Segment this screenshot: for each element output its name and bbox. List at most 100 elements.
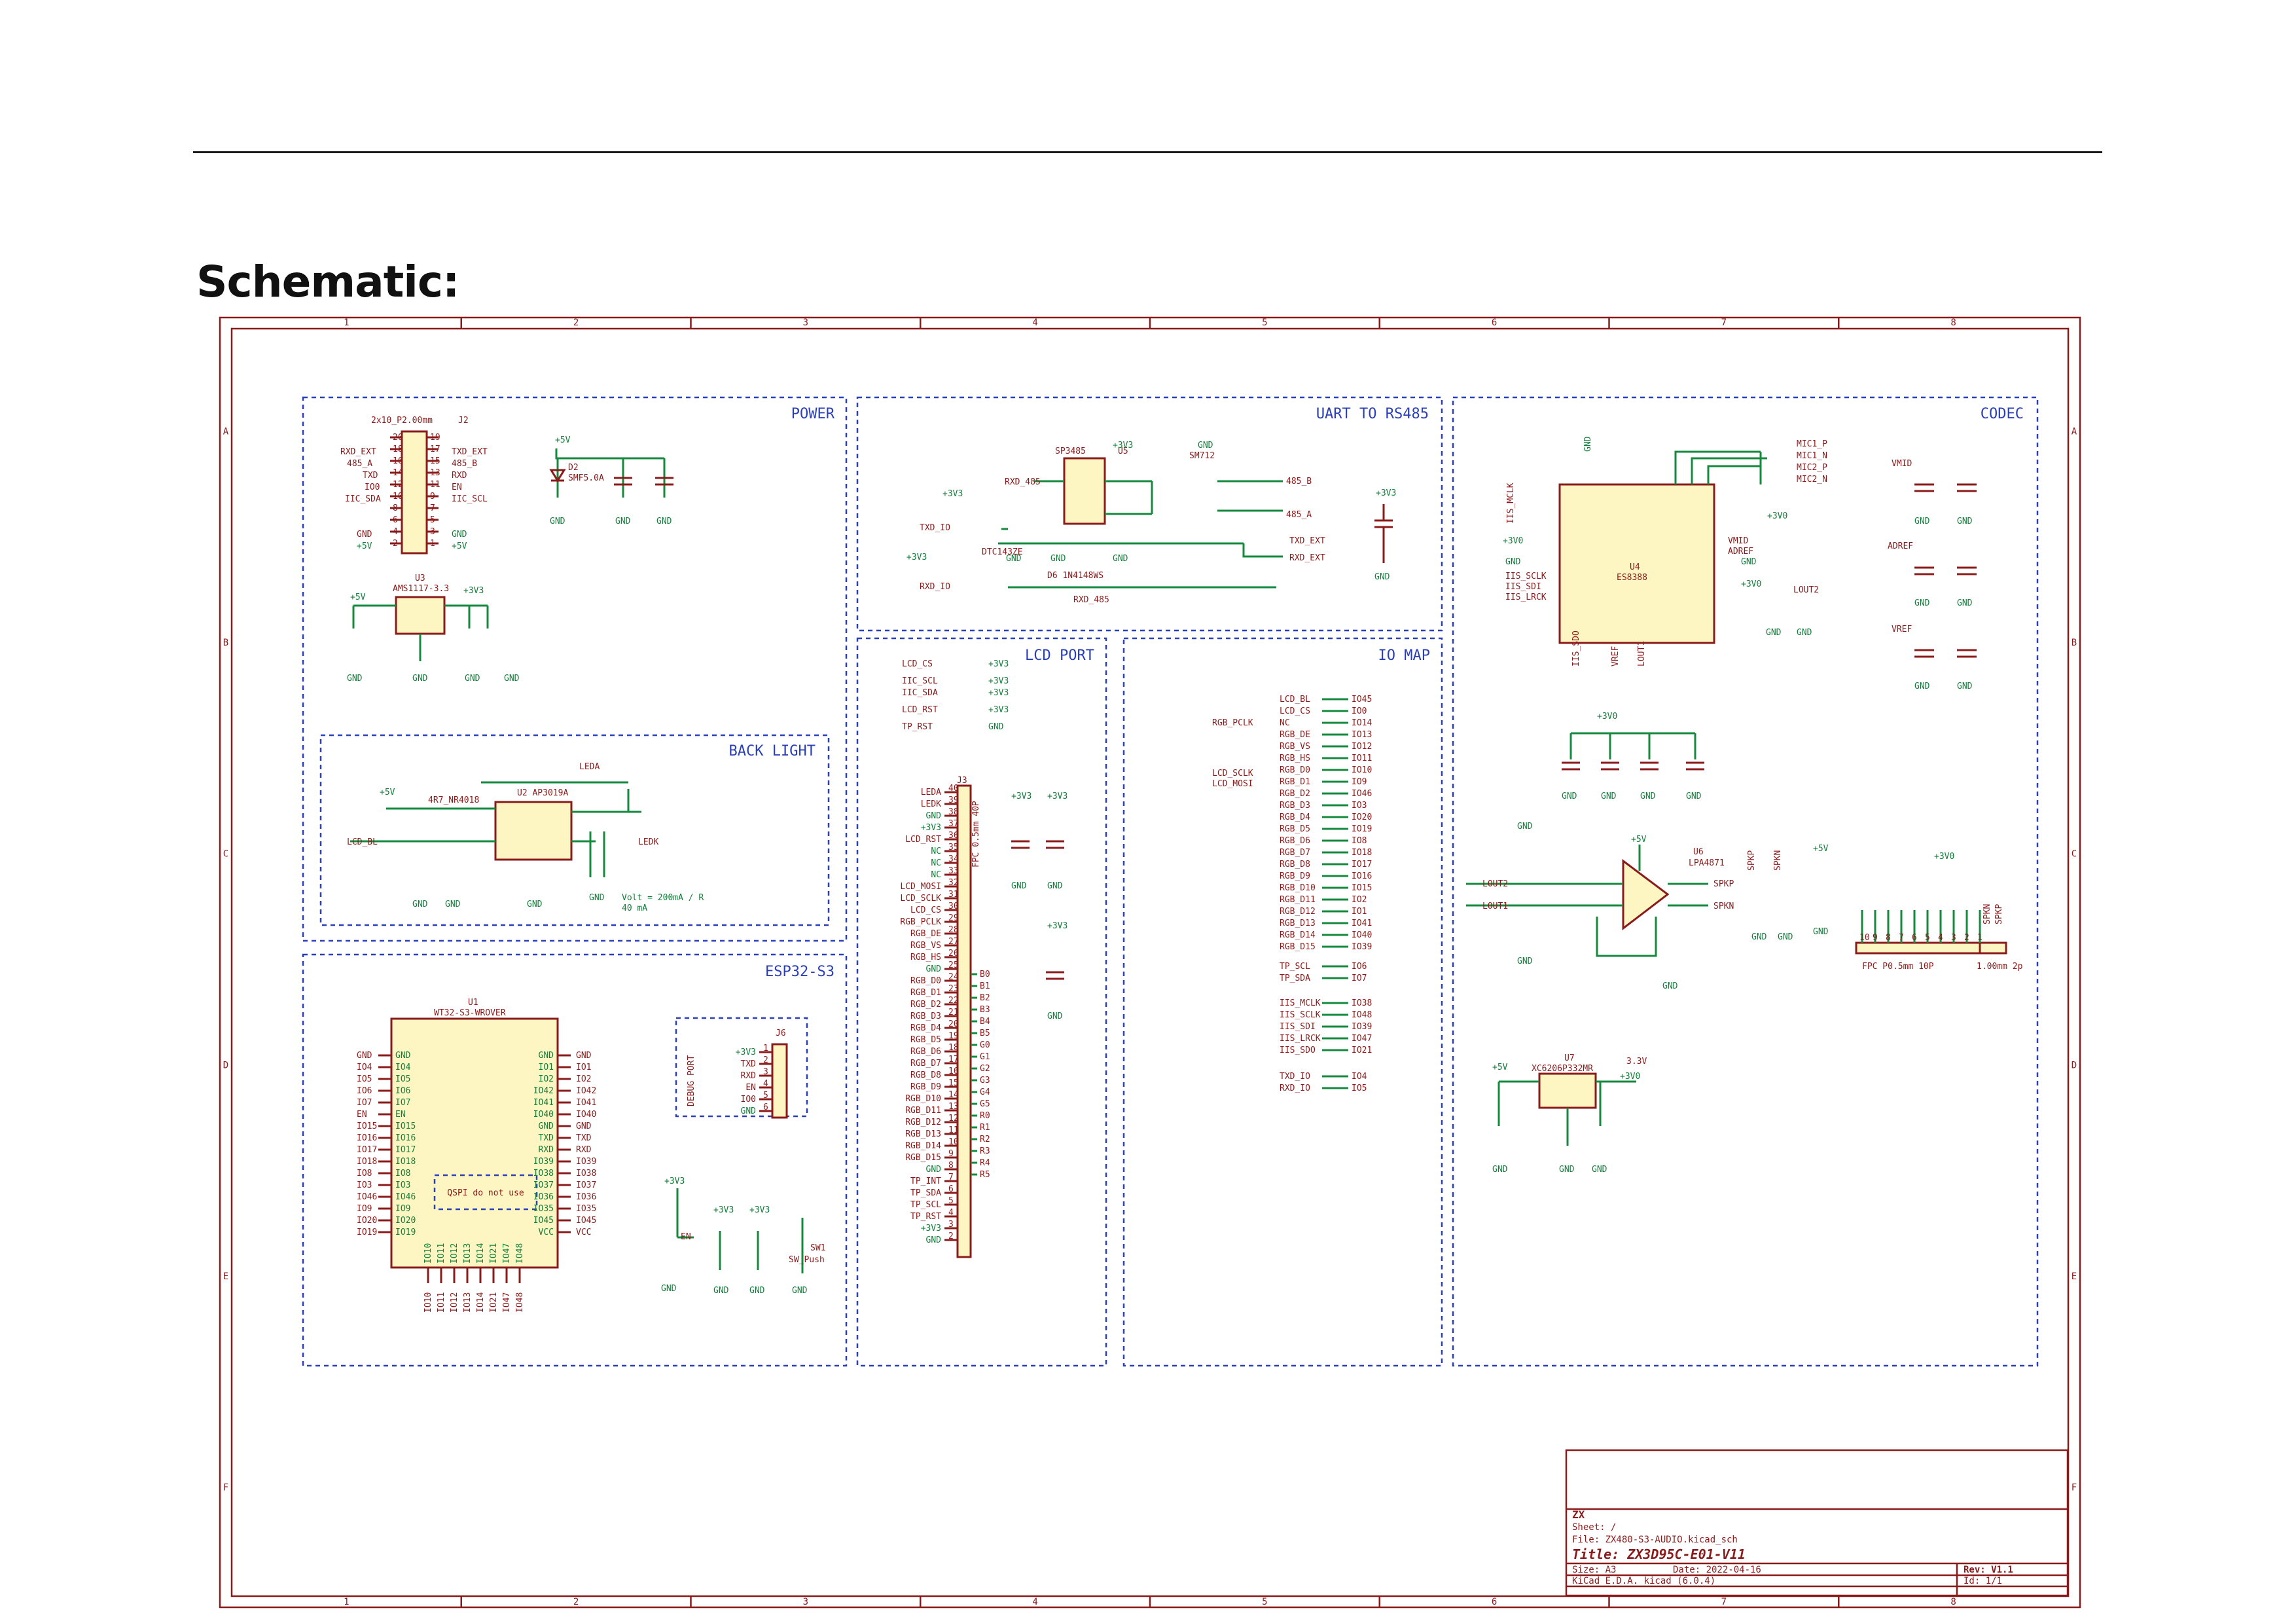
- j6-ref: J6: [776, 1029, 786, 1038]
- u1-module-symbol: [390, 1017, 559, 1269]
- u1-pin-right-label: IO40: [533, 1110, 554, 1120]
- j3-net-label: +3V3: [921, 1224, 941, 1233]
- lcd-gnd-c16: GND: [988, 722, 1004, 732]
- iomap-right-net: IO12: [1352, 742, 1372, 752]
- j2-pin-number: 3: [430, 527, 435, 537]
- codec-3v0-rail-wire: [1570, 732, 1696, 759]
- lcd-cs-pullup: LCD_CS: [902, 659, 933, 669]
- u1-net-right: IO40: [576, 1110, 596, 1120]
- title-block: ZX Sheet: / File: ZX480-S3-AUDIO.kicad_s…: [1565, 1449, 2069, 1597]
- j3-rgb-tag: B3: [980, 1005, 990, 1015]
- u1-net-bottom: IO11: [437, 1292, 446, 1313]
- j3-pin-number: 14: [948, 1090, 959, 1100]
- grid-row-left: F: [223, 1483, 228, 1493]
- j6-pin-rows: 1 +3V3 2 TXD 3 RXD 4 EN 5 IO0 6 GND: [736, 1044, 772, 1116]
- j3-pin-number: 23: [948, 984, 959, 994]
- codec-gnd-agnd: GND: [1741, 557, 1757, 567]
- u1-net-left: IO7: [357, 1098, 372, 1108]
- u1-pin-left-label: IO3: [395, 1180, 410, 1190]
- codec-gnd-c23: GND: [1601, 792, 1617, 801]
- u3-out-3v3: +3V3: [463, 586, 484, 596]
- j2-net-txd-ext: TXD_EXT: [452, 447, 488, 457]
- codec-gnd-c26: GND: [1797, 628, 1812, 638]
- iomap-right-net: IO17: [1352, 860, 1372, 869]
- j3-rgb-tag: B5: [980, 1029, 990, 1038]
- iomap-left-net: IIS_SDI: [1280, 1022, 1316, 1032]
- u6-lout2-in: LOUT2: [1482, 879, 1508, 889]
- j2-net-5v-right: +5V: [452, 541, 467, 551]
- u6-5v: +5V: [1631, 835, 1647, 845]
- u1-pin-bottom-label: IO21: [489, 1243, 499, 1264]
- iomap-rgb-pclk: RGB_PCLK: [1212, 718, 1253, 728]
- iomap-right-net: IO40: [1352, 930, 1372, 940]
- grid-col-top: 1: [344, 318, 349, 328]
- qspi-note: QSPI do not use: [447, 1188, 524, 1198]
- grid-col-top: 3: [803, 318, 808, 328]
- codec-iis-sclk: IIS_SCLK: [1505, 572, 1547, 581]
- u6-ref: U6: [1693, 847, 1704, 857]
- j2-pin-number: 12: [393, 480, 403, 490]
- u6-gnd-top: GND: [1517, 822, 1533, 831]
- j3-pin-number: 5: [948, 1196, 954, 1206]
- j3-net-label: GND: [926, 1235, 942, 1245]
- j6-pin-number: 3: [763, 1067, 768, 1077]
- j3-pin-number: 12: [948, 1114, 959, 1123]
- u1-net-left: IO18: [357, 1157, 377, 1167]
- lcd-pullup-3v3-2: +3V3: [988, 676, 1009, 686]
- reset-gnd-1: GND: [661, 1284, 677, 1294]
- j2-pin-number: 1: [430, 539, 435, 549]
- iomap-right-net: IO8: [1352, 836, 1367, 846]
- c15-3v3: +3V3: [1047, 921, 1067, 931]
- c13-3v3: +3V3: [1011, 792, 1031, 801]
- u1-pin-bottom-label: IO13: [463, 1243, 473, 1264]
- j3-pin-number: 33: [948, 866, 959, 876]
- grid-col-bottom: 5: [1262, 1597, 1267, 1607]
- lcd-iic-scl: IIC_SCL: [902, 676, 938, 686]
- j5-value: 1.00mm 2p: [1977, 962, 2023, 972]
- j3-value: FPC 0.5mm 40P: [971, 801, 981, 867]
- iomap-net-rows: LCD_BL IO45 LCD_CS IO0 NC IO14 RGB_DE IO13 RGB_V…: [1280, 695, 1372, 1093]
- j6-pin-number: 5: [763, 1091, 768, 1101]
- j3-pin-number: 34: [948, 854, 959, 864]
- uart-rs485-block: UART TO RS485 SP3485 U5 RXD_485 TXD_IO R…: [856, 396, 1443, 632]
- j3-rgb-tag: G2: [980, 1064, 990, 1074]
- lcd-pullup-3v3-1: +3V3: [988, 659, 1009, 669]
- j6-net-label: RXD: [741, 1071, 757, 1081]
- j3-pin-number: 24: [948, 972, 959, 982]
- u7-5v: +5V: [1492, 1063, 1508, 1072]
- j3-net-label: LEDK: [921, 799, 941, 809]
- codec-gnd-c31: GND: [1686, 792, 1702, 801]
- iomap-left-net: TP_SCL: [1280, 962, 1310, 972]
- u3-gnd-4: GND: [504, 674, 520, 684]
- title-block-size: Size: A3: [1572, 1565, 1616, 1575]
- c17-3v3: +3V3: [1376, 488, 1396, 498]
- j4-pin-number: 9: [1873, 933, 1878, 943]
- iomap-right-net: IO11: [1352, 754, 1372, 763]
- iomap-left-net: RGB_D13: [1280, 919, 1316, 928]
- u1-net-right: IO41: [576, 1098, 596, 1108]
- codec-vmid-cap: VMID: [1892, 459, 1912, 469]
- codec-vref-cap: VREF: [1892, 625, 1912, 634]
- j3-pin-number: 11: [948, 1125, 959, 1135]
- codec-iis-sdi: IIS_SDI: [1505, 582, 1541, 592]
- j3-rgb-tag: B2: [980, 993, 990, 1003]
- j3-net-label: NC: [931, 858, 941, 868]
- iomap-left-net: RGB_D3: [1280, 801, 1310, 811]
- u3-gnd-3: GND: [465, 674, 480, 684]
- j5-gnd-2: GND: [1778, 932, 1793, 942]
- u1-pin-right-label: IO45: [533, 1216, 554, 1226]
- lcd-gnd-c15: GND: [1047, 1012, 1063, 1021]
- j3-rgb-tag: G5: [980, 1099, 990, 1109]
- uart-485b: 485_B: [1286, 477, 1312, 486]
- u1-value: WT32-S3-WROVER: [434, 1008, 506, 1018]
- d6-label: D6 1N4148WS: [1047, 571, 1103, 581]
- iomap-right-net: IO45: [1352, 695, 1372, 704]
- u1-pin-left-label: IO20: [395, 1216, 416, 1226]
- j2-value: 2x10_P2.00mm: [371, 416, 433, 426]
- lcd-gnd-c13: GND: [1011, 881, 1027, 891]
- u1-net-right: IO36: [576, 1192, 596, 1202]
- j3-pin-number: 37: [948, 819, 959, 829]
- iomap-right-net: IO20: [1352, 812, 1372, 822]
- j3-net-label: LCD_RST: [905, 835, 941, 845]
- iomap-lcd-mosi: LCD_MOSI: [1212, 779, 1253, 789]
